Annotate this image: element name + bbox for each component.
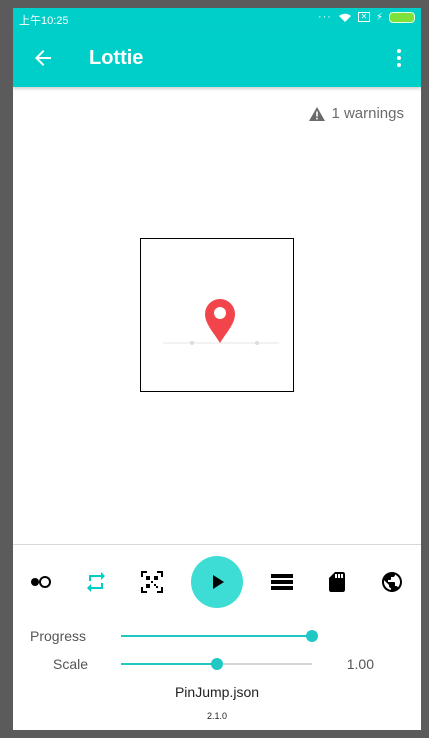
pin-jump-animation: [163, 299, 279, 345]
dots-icon: ···: [317, 11, 332, 23]
more-vert-icon[interactable]: [387, 46, 411, 70]
app-window: 上午10:25 ··· ✕ ⚡ Lottie 1 warnings Progre…: [13, 8, 421, 730]
page-title: Lottie: [89, 47, 144, 69]
sd-card-icon[interactable]: [325, 570, 349, 594]
status-time: 上午10:25: [19, 15, 69, 27]
scale-fill: [121, 663, 217, 665]
controls-row: [13, 556, 421, 608]
qr-code-icon[interactable]: [140, 570, 164, 594]
repeat-icon[interactable]: [84, 570, 108, 594]
file-name: PinJump.json: [174, 684, 260, 700]
arrow-back-icon[interactable]: [31, 46, 55, 70]
animation-view: [140, 238, 294, 392]
warnings-button[interactable]: 1 warnings: [309, 105, 404, 122]
status-icons: ··· ✕ ⚡: [318, 11, 415, 23]
scale-label: Scale: [53, 656, 89, 672]
progress-thumb[interactable]: [306, 630, 318, 642]
wifi-icon: [338, 13, 351, 22]
progress-fill: [121, 635, 312, 637]
warning-icon: [309, 106, 326, 121]
progress-slider-row: Progress: [13, 626, 421, 646]
battery-icon: [389, 11, 415, 23]
play-icon: [213, 575, 224, 589]
status-bar: 上午10:25 ··· ✕ ⚡: [13, 8, 421, 30]
scale-thumb[interactable]: [210, 658, 223, 670]
app-bar: Lottie: [13, 30, 421, 87]
scale-slider-row: Scale 1.00: [13, 654, 421, 674]
map-pin-icon: [205, 299, 235, 343]
scale-slider[interactable]: [121, 658, 312, 670]
divider: [13, 544, 421, 545]
ground-dot-left: [190, 341, 194, 345]
scale-value: 1.00: [346, 656, 374, 672]
globe-icon[interactable]: [380, 570, 404, 594]
charging-icon: ⚡: [375, 11, 383, 23]
ground-dot-right: [255, 341, 259, 345]
progress-slider[interactable]: [121, 630, 318, 642]
progress-label: Progress: [30, 628, 87, 644]
list-icon[interactable]: [270, 570, 294, 594]
version-label: 2.1.0: [206, 711, 228, 721]
warnings-label: 1 warnings: [331, 105, 404, 122]
play-button[interactable]: [191, 556, 243, 608]
dot-circle-icon[interactable]: [29, 570, 53, 594]
no-sim-icon: ✕: [357, 12, 370, 22]
pin-hole: [214, 307, 226, 319]
